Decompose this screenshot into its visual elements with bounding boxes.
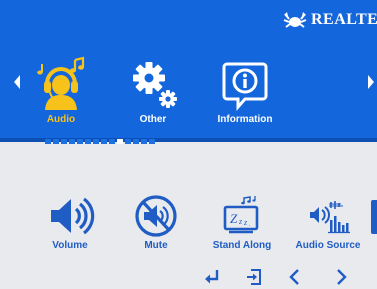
osd-menu: REALTE Audio Other Information Volume Mu… xyxy=(0,0,377,289)
svg-text:Z: Z xyxy=(230,211,238,226)
realtek-crab-logo-icon xyxy=(283,12,307,28)
chevron-right-icon[interactable] xyxy=(332,268,350,286)
category-label: Information xyxy=(217,114,273,125)
speaker-icon xyxy=(51,197,95,235)
page-indicator-dot xyxy=(61,139,67,144)
headphones-person-icon xyxy=(37,56,85,110)
audio-source-icon xyxy=(310,201,350,234)
menu-item-label: Audio Source xyxy=(295,240,361,251)
menu-item-audio-source[interactable]: Audio Source xyxy=(288,194,368,251)
page-indicator-dot xyxy=(77,139,83,144)
page-indicator-dot xyxy=(141,139,147,144)
page-indicator-dot xyxy=(133,139,139,144)
info-icon xyxy=(222,62,268,111)
svg-text:z: z xyxy=(243,218,248,227)
menu-item-label: Volume xyxy=(52,240,88,251)
page-indicator-dot xyxy=(101,139,107,144)
page-indicator xyxy=(45,139,155,144)
brand: REALTE xyxy=(283,8,377,32)
category-audio[interactable]: Audio xyxy=(21,54,101,125)
svg-text:z: z xyxy=(238,217,243,226)
page-indicator-dot xyxy=(93,139,99,144)
arrow-right-icon[interactable] xyxy=(366,74,376,90)
enter-icon[interactable] xyxy=(203,268,221,286)
mute-icon xyxy=(135,195,177,237)
category-label: Audio xyxy=(46,114,76,125)
menu-item-label: Stand Along xyxy=(212,240,272,251)
page-indicator-dot xyxy=(69,139,75,144)
category-information[interactable]: Information xyxy=(205,54,285,125)
page-indicator-dot xyxy=(117,139,123,144)
page-indicator-dot xyxy=(109,139,115,144)
chevron-left-icon[interactable] xyxy=(286,268,304,286)
next-item-edge xyxy=(371,200,377,234)
page-indicator-dot xyxy=(149,139,155,144)
category-other[interactable]: Other xyxy=(113,54,193,125)
exit-icon[interactable] xyxy=(245,268,263,286)
sleep-monitor-icon: Z z z . xyxy=(223,196,259,234)
page-indicator-dot xyxy=(45,139,51,144)
category-label: Other xyxy=(139,114,167,125)
menu-item-label: Mute xyxy=(144,240,168,251)
menu-item-stand-along[interactable]: Z z z . Stand Along xyxy=(202,194,282,251)
menu-item-volume[interactable]: Volume xyxy=(30,194,110,251)
page-indicator-dot xyxy=(125,139,131,144)
brand-name: REALTE xyxy=(311,11,377,28)
menu-item-mute[interactable]: Mute xyxy=(116,194,196,251)
page-indicator-dot xyxy=(85,139,91,144)
gears-icon xyxy=(133,62,177,108)
svg-text:.: . xyxy=(249,222,251,228)
page-indicator-dot xyxy=(53,139,59,144)
